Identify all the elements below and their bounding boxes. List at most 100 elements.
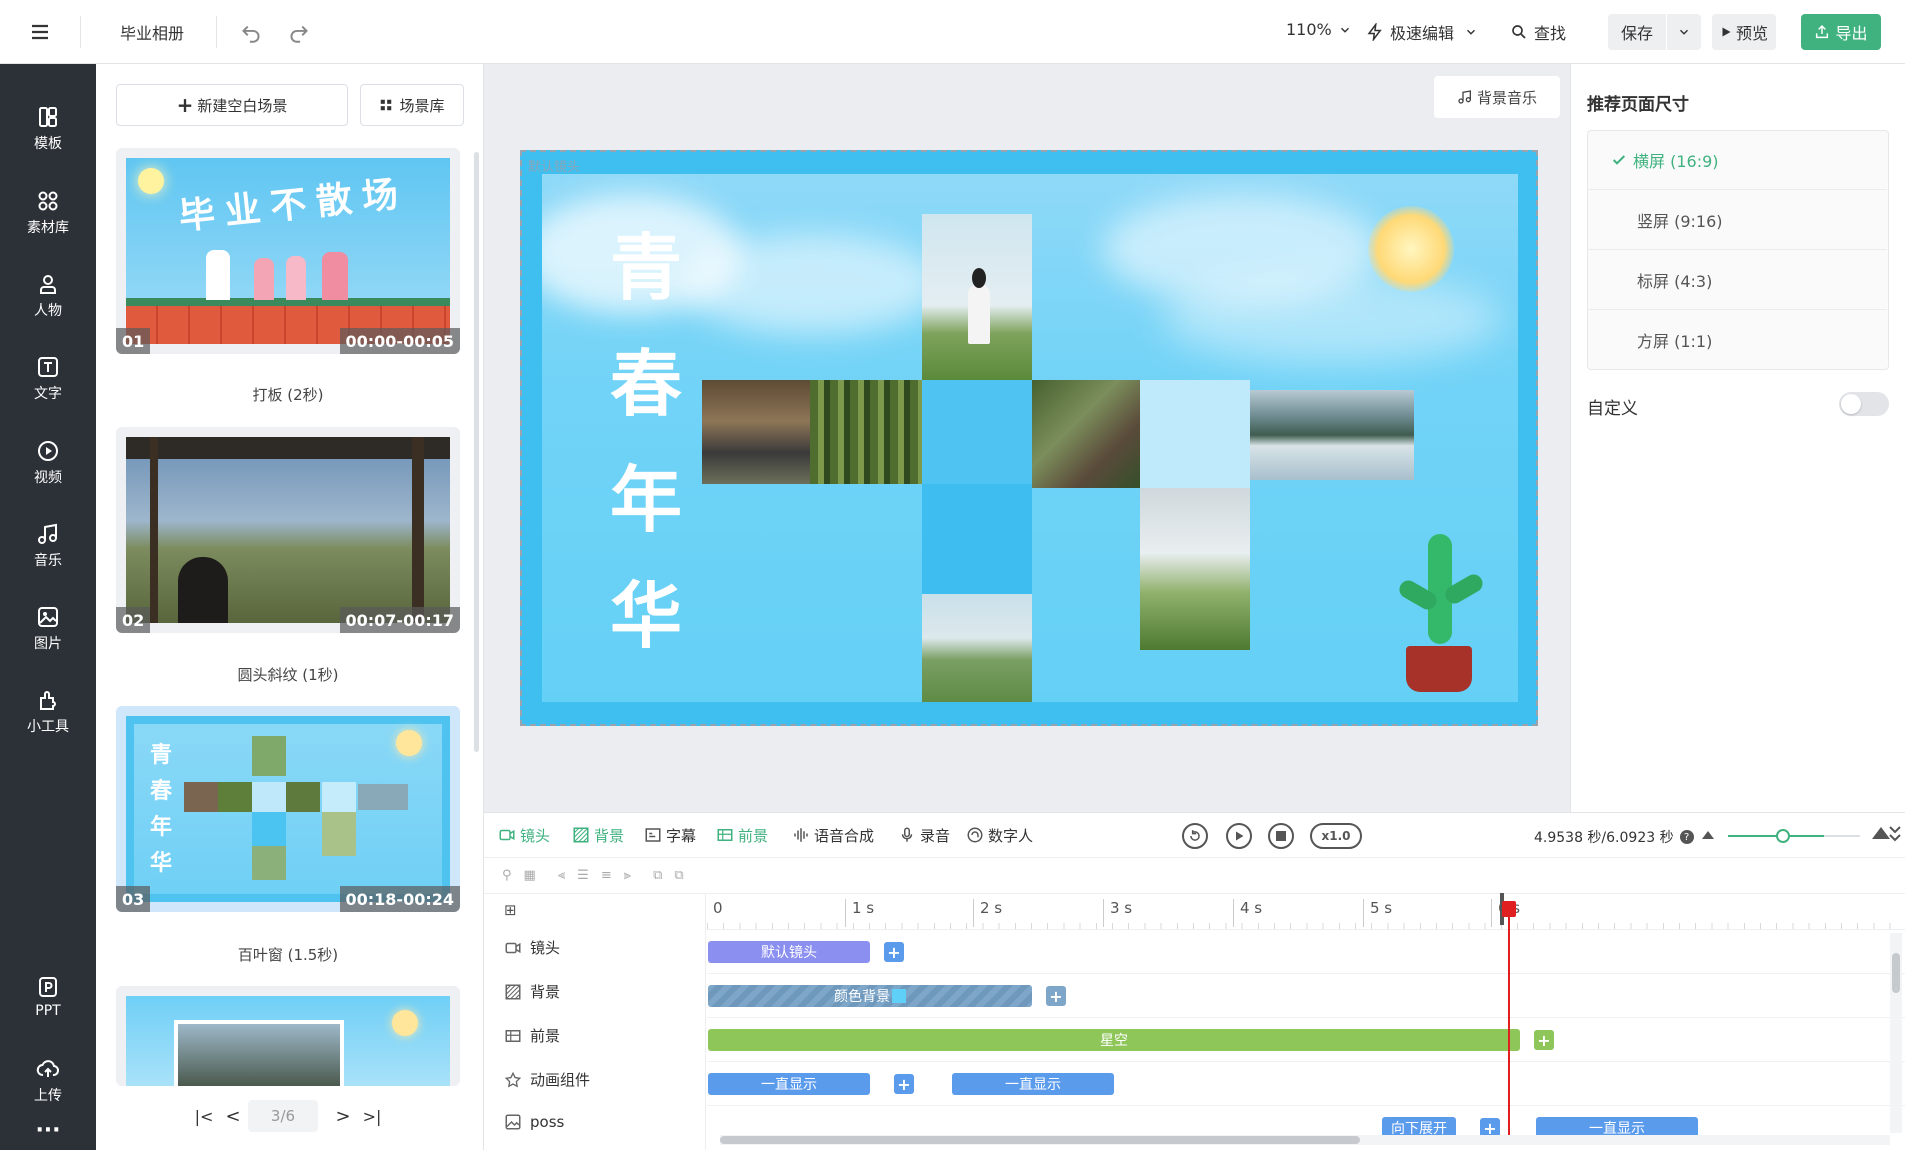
track-label-poss: poss <box>504 1113 564 1131</box>
tab-foreground[interactable]: 前景 <box>716 813 768 857</box>
distribute-icon[interactable]: ⫸ <box>624 868 631 883</box>
tab-background[interactable]: 背景 <box>572 813 624 857</box>
speed-button[interactable]: x1.0 <box>1310 823 1362 849</box>
nav-item-tools[interactable]: 小工具 <box>0 677 96 747</box>
add-background-button[interactable]: + <box>1046 986 1066 1006</box>
play-icon[interactable] <box>1226 823 1252 849</box>
align-toolbar: ⚲ ▦ ⫷ ☰ ≡ ⫸ ⧉ ⧉ <box>502 863 684 887</box>
stop-icon[interactable] <box>1268 823 1294 849</box>
photo-rock[interactable] <box>702 380 810 484</box>
nav-item-upload[interactable]: 上传 <box>0 1046 96 1116</box>
nav-item-template[interactable]: 模板 <box>0 94 96 164</box>
more-menu[interactable]: ··· <box>0 1118 96 1143</box>
playhead-handle[interactable] <box>1502 901 1516 917</box>
project-title[interactable]: 毕业相册 <box>120 20 184 44</box>
tab-subtitle[interactable]: 字幕 <box>644 813 696 857</box>
help-icon[interactable]: ? <box>1679 830 1694 844</box>
align-right-icon[interactable]: ≡ <box>601 868 612 883</box>
preview-button[interactable]: 预览 <box>1712 14 1776 50</box>
photo-blank-3 <box>922 484 1032 594</box>
nav-item-music[interactable]: 音乐 <box>0 511 96 581</box>
nav-item-ppt[interactable]: PPT <box>0 962 96 1032</box>
zoom-out-icon[interactable] <box>1702 831 1714 839</box>
title-char: 春 <box>609 342 682 426</box>
clip-animation-2[interactable]: 一直显示 <box>952 1073 1114 1095</box>
layer-tree-icon[interactable]: ⊞ <box>504 901 517 919</box>
scene-card-4[interactable] <box>116 986 460 1086</box>
layer-down-icon[interactable]: ⧉ <box>674 868 683 883</box>
filter-icon[interactable]: ⚲ <box>502 868 512 883</box>
next-page-button[interactable]: > <box>328 1106 358 1127</box>
export-button[interactable]: 导出 <box>1801 14 1881 50</box>
group-icon[interactable]: ▦ <box>524 868 536 883</box>
nav-item-video[interactable]: 视频 <box>0 428 96 498</box>
tab-lens[interactable]: 镜头 <box>498 813 550 857</box>
playhead[interactable] <box>1502 901 1516 1141</box>
add-lens-button[interactable]: + <box>884 942 904 962</box>
save-button[interactable]: 保存 <box>1608 14 1666 50</box>
search-button[interactable]: 查找 <box>1510 20 1566 44</box>
bg-music-button[interactable]: 背景音乐 <box>1434 76 1560 118</box>
align-left-icon[interactable]: ⫷ <box>558 868 565 883</box>
page-size-panel: 推荐页面尺寸 横屏 (16:9) 竖屏 (9:16) 标屏 (4:3) 方屏 (… <box>1570 64 1905 812</box>
scene-scrollbar[interactable] <box>474 152 479 752</box>
first-page-button[interactable]: |< <box>190 1107 218 1126</box>
scene-label: 圆头斜纹 (1秒) <box>237 666 339 684</box>
title-char: 华 <box>609 574 682 658</box>
time-readout-text: 4.9538 秒/6.0923 秒 <box>1534 830 1674 846</box>
star-icon <box>504 1071 522 1087</box>
save-label: 保存 <box>1620 24 1653 43</box>
nav-item-person[interactable]: 人物 <box>0 261 96 331</box>
edit-mode-select[interactable]: 极速编辑 <box>1366 20 1478 44</box>
tab-record[interactable]: 录音 <box>898 813 950 857</box>
nav-item-image[interactable]: 图片 <box>0 594 96 664</box>
scene-card-2[interactable]: 02 00:07-00:17 <box>116 427 460 633</box>
menu-icon[interactable] <box>28 20 52 44</box>
time-ruler[interactable]: 0 1 s 2 s 3 s 4 s 5 s 6 s <box>707 893 1905 929</box>
photo-sitting[interactable] <box>922 594 1032 702</box>
photo-bamboo[interactable] <box>810 380 922 484</box>
scene-card-3[interactable]: 青 春 年 华 03 00:18-00:24 <box>116 706 460 912</box>
size-option-label: 标屏 (4:3) <box>1637 271 1713 291</box>
new-blank-scene-button[interactable]: + 新建空白场景 <box>116 84 348 126</box>
photo-cloud-field[interactable] <box>1140 488 1250 650</box>
undo-icon[interactable] <box>238 19 264 49</box>
tab-digital-human[interactable]: 数字人 <box>966 813 1033 857</box>
zoom-select[interactable]: 110% <box>1286 20 1352 39</box>
clip-lens[interactable]: 默认镜头 <box>708 941 870 963</box>
redo-icon[interactable] <box>286 19 312 49</box>
layer-up-icon[interactable]: ⧉ <box>653 868 662 883</box>
nav-label: 图片 <box>34 636 62 652</box>
scene-library-label: 场景库 <box>399 96 445 115</box>
scene-library-button[interactable]: 场景库 <box>360 84 464 126</box>
nav-item-text[interactable]: 文字 <box>0 344 96 414</box>
zoom-slider-handle[interactable] <box>1776 829 1790 843</box>
track-label: 镜头 <box>530 939 561 957</box>
tab-tts[interactable]: 语音合成 <box>792 813 874 857</box>
size-option-16-9[interactable]: 横屏 (16:9) <box>1587 130 1887 190</box>
last-page-button[interactable]: >| <box>358 1107 386 1126</box>
photo-railing[interactable] <box>1032 380 1140 488</box>
photo-lake[interactable] <box>1250 390 1414 480</box>
custom-toggle[interactable] <box>1839 392 1889 416</box>
zoom-slider[interactable] <box>1728 829 1824 843</box>
clip-foreground[interactable]: 星空 <box>708 1029 1520 1051</box>
stage[interactable]: 默认镜头 青 春 年 华 <box>520 150 1538 726</box>
replay-icon[interactable] <box>1182 823 1208 849</box>
clip-background[interactable]: 颜色背景 <box>708 985 1032 1007</box>
save-dropdown-button[interactable] <box>1667 14 1701 50</box>
size-option-1-1[interactable]: 方屏 (1:1) <box>1587 310 1887 370</box>
add-foreground-button[interactable]: + <box>1534 1030 1554 1050</box>
clip-animation-1[interactable]: 一直显示 <box>708 1073 870 1095</box>
timeline-h-scrollbar[interactable] <box>720 1135 1890 1145</box>
align-center-icon[interactable]: ☰ <box>577 868 589 883</box>
size-option-9-16[interactable]: 竖屏 (9:16) <box>1587 190 1887 250</box>
scene-card-1[interactable]: 毕业不散场 01 00:00-00:05 <box>116 148 460 354</box>
photo-girl-field[interactable] <box>922 214 1032 380</box>
size-option-4-3[interactable]: 标屏 (4:3) <box>1587 250 1887 310</box>
collapse-icon[interactable] <box>1888 825 1902 847</box>
timeline-v-scrollbar[interactable] <box>1890 933 1902 1133</box>
prev-page-button[interactable]: < <box>218 1106 248 1127</box>
nav-item-material[interactable]: 素材库 <box>0 178 96 248</box>
add-animation-button[interactable]: + <box>894 1074 914 1094</box>
